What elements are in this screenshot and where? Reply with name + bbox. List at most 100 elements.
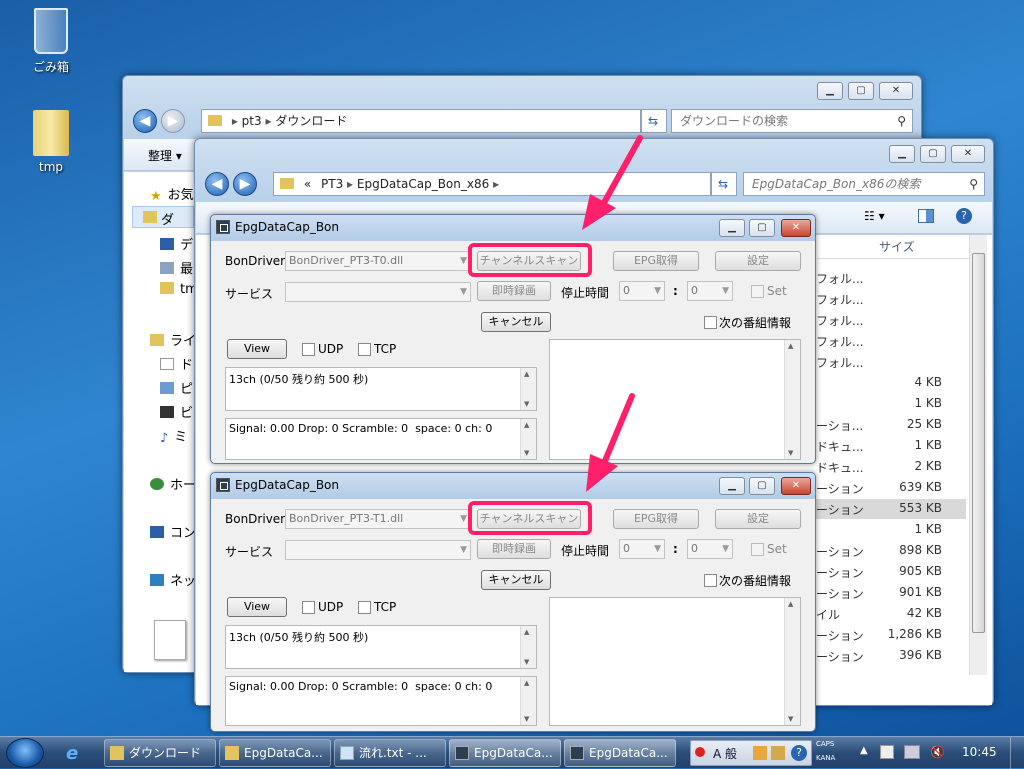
minimize-button[interactable]: ▁: [817, 82, 843, 100]
view-button[interactable]: View: [227, 339, 287, 359]
epg-get-button[interactable]: EPG取得: [613, 251, 699, 271]
file-row[interactable]: ドキュ... 2 KB: [816, 457, 966, 477]
stop-hour-select[interactable]: 0 ▼: [619, 539, 665, 559]
file-row[interactable]: イル 42 KB: [816, 604, 966, 624]
service-select[interactable]: ▼: [285, 540, 471, 560]
back-button[interactable]: ◀: [133, 109, 157, 133]
preview-pane-icon[interactable]: [918, 209, 934, 223]
set-checkbox[interactable]: [751, 543, 764, 556]
file-row[interactable]: 1 KB: [816, 520, 966, 540]
search-input[interactable]: EpgDataCap_Bon_x86の検索 ⚲: [743, 172, 985, 196]
udp-checkbox[interactable]: [302, 601, 315, 614]
tcp-checkbox[interactable]: [358, 343, 371, 356]
instant-record-button[interactable]: 即時録画: [477, 539, 551, 559]
forward-button[interactable]: ▶: [233, 172, 257, 196]
maximize-button[interactable]: ▢: [920, 145, 946, 163]
view-options-icon[interactable]: ☷ ▾: [864, 209, 885, 223]
show-hidden-icons-button[interactable]: ▲: [860, 745, 868, 756]
breadcrumb-epgdatacap[interactable]: EpgDataCap_Bon_x86: [357, 177, 489, 191]
stop-minute-select[interactable]: 0 ▼: [687, 281, 733, 301]
volume-muted-icon[interactable]: 🔇: [930, 745, 945, 759]
breadcrumb-overflow[interactable]: «: [304, 177, 311, 191]
instant-record-button[interactable]: 即時録画: [477, 281, 551, 301]
sidebar-item-videos[interactable]: ビ: [160, 402, 193, 421]
sidebar-item-pictures[interactable]: ピ: [160, 378, 193, 397]
file-row[interactable]: フォル...: [816, 268, 966, 288]
clock[interactable]: 10:45: [962, 745, 997, 759]
service-select[interactable]: ▼: [285, 282, 471, 302]
maximize-button[interactable]: ▢: [749, 219, 775, 237]
stop-minute-select[interactable]: 0 ▼: [687, 539, 733, 559]
file-row[interactable]: ーション 396 KB: [816, 646, 966, 666]
sidebar-item-homegroup[interactable]: ホー: [150, 474, 196, 493]
stop-hour-select[interactable]: 0 ▼: [619, 281, 665, 301]
maximize-button[interactable]: ▢: [848, 82, 874, 100]
file-row[interactable]: ーション 639 KB: [816, 478, 966, 498]
tcp-checkbox[interactable]: [358, 601, 371, 614]
file-row[interactable]: ーション 553 KB: [816, 499, 966, 519]
sidebar-item-computer[interactable]: コン: [150, 522, 196, 541]
breadcrumb-pt3[interactable]: PT3: [321, 177, 343, 191]
action-center-icon[interactable]: [880, 745, 894, 759]
file-row[interactable]: ーショ... 25 KB: [816, 415, 966, 435]
file-row[interactable]: フォル...: [816, 289, 966, 309]
taskbar-item-notepad[interactable]: 流れ.txt - ...: [334, 739, 446, 767]
file-row[interactable]: フォル...: [816, 310, 966, 330]
back-button[interactable]: ◀: [205, 172, 229, 196]
epg-get-button[interactable]: EPG取得: [613, 509, 699, 529]
file-row[interactable]: ドキュ... 1 KB: [816, 436, 966, 456]
file-row[interactable]: 4 KB: [816, 373, 966, 393]
bondriver-select[interactable]: BonDriver_PT3-T0.dll ▼: [285, 251, 471, 271]
cancel-button[interactable]: キャンセル: [481, 312, 551, 332]
column-header-size[interactable]: サイズ: [817, 235, 969, 259]
recycle-bin-icon[interactable]: ごみ箱: [16, 8, 86, 75]
set-checkbox[interactable]: [751, 285, 764, 298]
settings-button[interactable]: 設定: [715, 509, 801, 529]
file-row[interactable]: フォル...: [816, 352, 966, 372]
minimize-button[interactable]: ▁: [719, 477, 745, 495]
sidebar-item-desktop[interactable]: デ: [160, 234, 193, 253]
next-program-checkbox[interactable]: [704, 316, 717, 329]
organize-button[interactable]: 整理 ▾: [148, 147, 182, 164]
network-icon[interactable]: [904, 745, 920, 759]
sidebar-item-tmp[interactable]: tm: [160, 282, 198, 297]
close-button[interactable]: ✕: [781, 477, 811, 495]
minimize-button[interactable]: ▁: [889, 145, 915, 163]
maximize-button[interactable]: ▢: [749, 477, 775, 495]
close-button[interactable]: ✕: [781, 219, 811, 237]
file-row[interactable]: 1 KB: [816, 394, 966, 414]
sidebar-item-libraries[interactable]: ライ: [150, 330, 196, 349]
minimize-button[interactable]: ▁: [719, 219, 745, 237]
bondriver-select[interactable]: BonDriver_PT3-T1.dll ▼: [285, 509, 471, 529]
taskbar-item-epgdatacap-2[interactable]: EpgDataCa...: [564, 739, 676, 767]
settings-button[interactable]: 設定: [715, 251, 801, 271]
vertical-scrollbar[interactable]: [969, 235, 987, 675]
udp-checkbox[interactable]: [302, 343, 315, 356]
breadcrumb-pt3[interactable]: pt3: [242, 114, 262, 128]
file-row[interactable]: フォル...: [816, 331, 966, 351]
taskbar-item-downloads[interactable]: ダウンロード: [104, 739, 216, 767]
breadcrumb-downloads[interactable]: ダウンロード: [275, 114, 347, 128]
view-button[interactable]: View: [227, 597, 287, 617]
file-row[interactable]: ーション 898 KB: [816, 541, 966, 561]
sidebar-item-downloads[interactable]: ダ: [132, 206, 194, 228]
file-row[interactable]: ーション 901 KB: [816, 583, 966, 603]
cancel-button[interactable]: キャンセル: [481, 570, 551, 590]
forward-button[interactable]: ▶: [161, 109, 185, 133]
file-row[interactable]: ーション 905 KB: [816, 562, 966, 582]
sidebar-item-documents[interactable]: ド: [160, 354, 193, 373]
file-row[interactable]: ーション 1,286 KB: [816, 625, 966, 645]
show-desktop-button[interactable]: [1010, 737, 1024, 769]
search-input[interactable]: ダウンロードの検索 ⚲: [671, 109, 913, 133]
close-button[interactable]: ✕: [879, 82, 913, 100]
internet-explorer-icon[interactable]: e: [66, 743, 78, 764]
sidebar-item-music[interactable]: ♪ ミ: [160, 426, 187, 446]
ime-bar[interactable]: A 般 ?: [690, 740, 812, 766]
tmp-folder-icon[interactable]: tmp: [16, 110, 86, 174]
sidebar-item-network[interactable]: ネッ: [150, 570, 196, 589]
taskbar-item-epgdatacap-1[interactable]: EpgDataCa...: [449, 739, 561, 767]
close-button[interactable]: ✕: [951, 145, 985, 163]
taskbar-item-epgdatacap-folder[interactable]: EpgDataCa...: [219, 739, 331, 767]
sidebar-item-recent[interactable]: 最: [160, 258, 193, 277]
help-icon[interactable]: ?: [956, 208, 972, 224]
